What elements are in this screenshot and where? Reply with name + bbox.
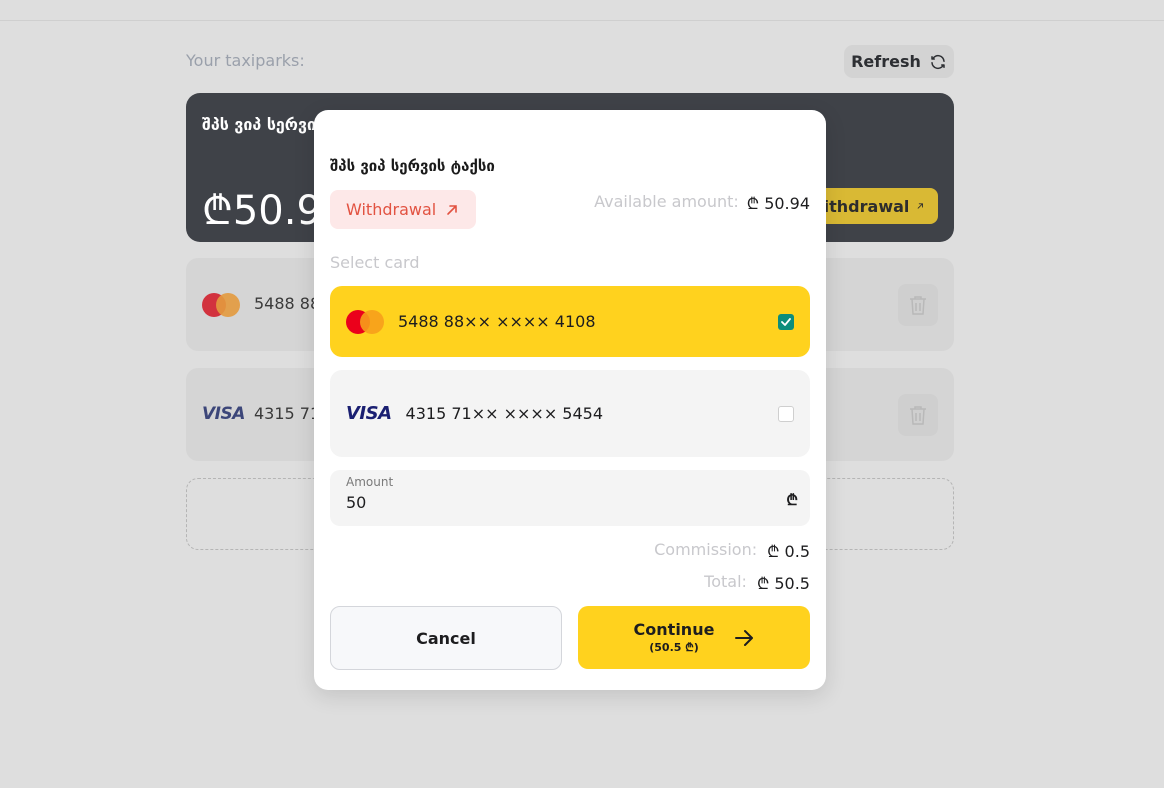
mastercard-icon [346,309,384,335]
withdrawal-badge-label: Withdrawal [346,200,437,219]
amount-field[interactable]: Amount ₾ [330,470,810,526]
refresh-label: Refresh [851,52,921,71]
trash-icon [910,296,926,315]
modal-title: შპს ვიპ სერვის ტაქსი [330,157,495,175]
card-option-number: 5488 88×× ×××× 4108 [398,312,596,331]
delete-card-button[interactable] [898,284,938,326]
arrow-right-icon [735,629,754,646]
card-checkbox-unchecked[interactable] [778,405,794,422]
available-amount: Available amount: ₾ 50.94 [594,192,810,214]
total-value: ₾ 50.5 [756,574,810,593]
total-row: Total: ₾ 50.5 [704,572,810,594]
available-amount-value: ₾ 50.94 [746,194,810,213]
top-divider [0,20,1164,21]
continue-amount: (50.5 ₾) [649,641,699,654]
visa-icon: VISA [202,404,245,424]
withdrawal-badge: Withdrawal [330,190,476,229]
delete-card-button[interactable] [898,394,938,436]
currency-icon: ₾ [786,491,798,509]
cancel-button[interactable]: Cancel [330,606,562,670]
commission-row: Commission: ₾ 0.5 [654,540,810,562]
card-checkbox-checked[interactable] [778,313,794,330]
withdrawal-modal: შპს ვიპ სერვის ტაქსი Withdrawal Availabl… [314,110,826,690]
trash-icon [910,406,926,425]
amount-input[interactable] [346,490,766,514]
amount-label: Amount [346,475,394,489]
continue-button[interactable]: Continue (50.5 ₾) [578,606,810,669]
card-option-visa[interactable]: VISA 4315 71×× ×××× 5454 [330,370,810,457]
checkmark-icon [781,317,791,326]
commission-value: ₾ 0.5 [767,542,810,561]
card-option-number: 4315 71×× ×××× 5454 [405,404,604,423]
commission-label: Commission: [654,540,758,559]
select-card-label: Select card [330,253,420,272]
arrow-up-right-icon [447,204,458,215]
refresh-icon [931,54,945,69]
refresh-button[interactable]: Refresh [844,45,954,78]
arrow-up-right-icon [918,203,924,209]
mastercard-icon [202,292,240,318]
card-option-mastercard[interactable]: 5488 88×× ×××× 4108 [330,286,810,357]
available-amount-label: Available amount: [594,192,739,211]
continue-label: Continue [633,620,715,639]
section-title: Your taxiparks: [186,51,305,70]
total-label: Total: [704,572,747,591]
visa-icon: VISA [346,403,392,424]
